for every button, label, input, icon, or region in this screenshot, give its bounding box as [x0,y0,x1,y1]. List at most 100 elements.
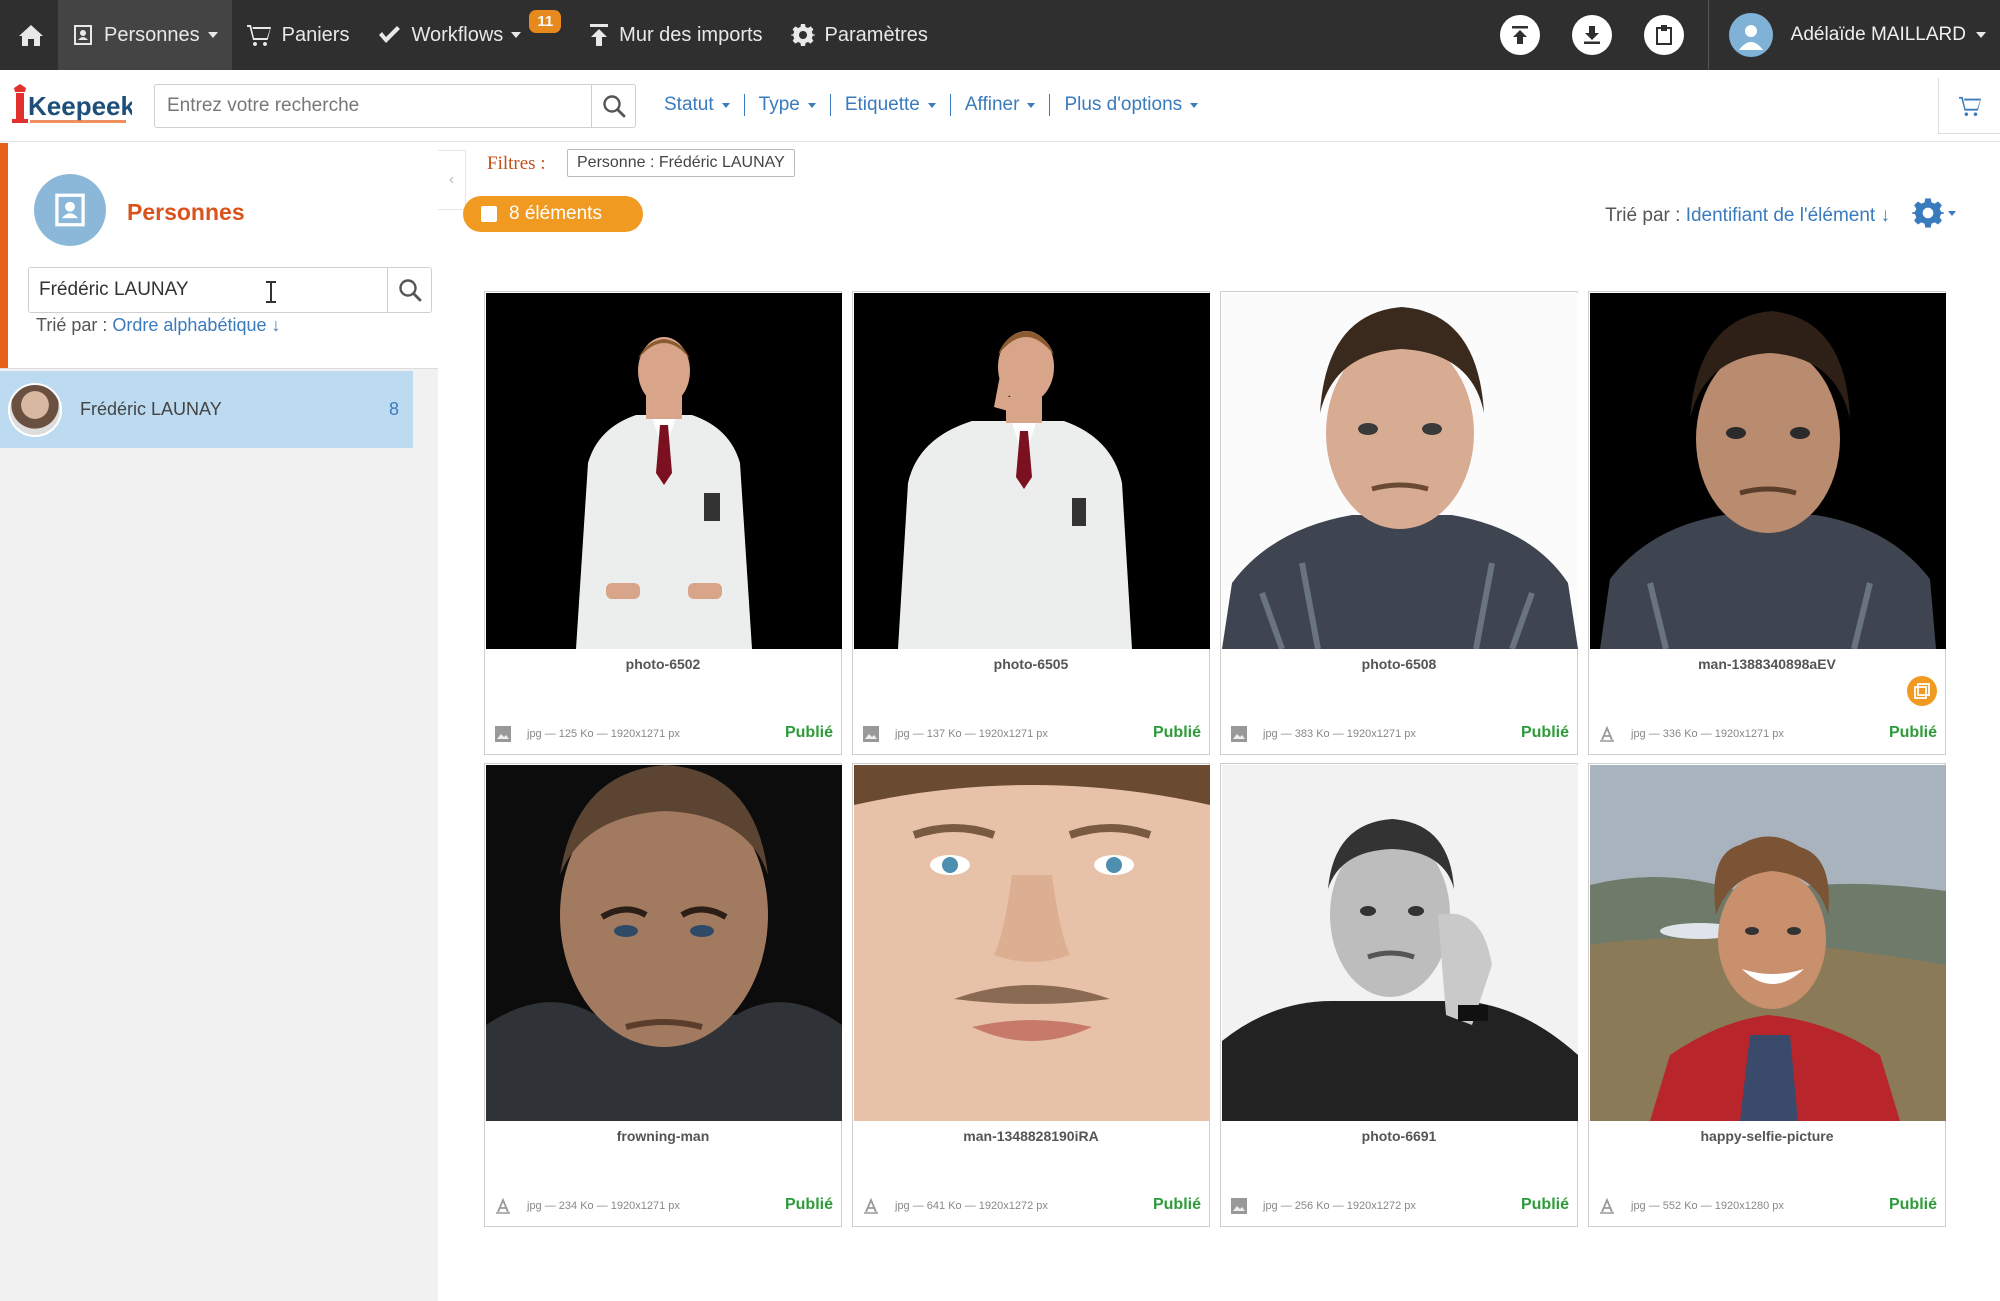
asset-meta-text: jpg — 641 Ko — 1920x1272 px [895,1200,1048,1212]
asset-title[interactable]: happy-selfie-picture [1589,1128,1945,1144]
user-avatar[interactable] [1728,13,1773,57]
search-icon [398,279,421,302]
person-search-button[interactable] [387,268,431,312]
asset-card[interactable]: happy-selfie-picture jpg — 552 Ko — 1920… [1588,763,1946,1227]
top-navigation-bar: Personnes Paniers Workflows 11 Mur des i… [0,0,2000,70]
text-cursor-icon [266,281,276,303]
contact-card-icon [74,25,92,45]
person-name: Frédéric LAUNAY [80,399,222,419]
global-search-button[interactable] [591,85,635,127]
text-a-icon [1600,1198,1614,1214]
chevron-down-icon [1027,102,1036,108]
asset-title[interactable]: frowning-man [485,1128,841,1144]
asset-thumbnail[interactable] [486,765,842,1121]
download-button[interactable] [1571,15,1612,55]
filter-type[interactable]: Type [745,94,831,116]
home-button[interactable] [0,0,58,70]
asset-meta: jpg — 125 Ko — 1920x1271 px [495,726,680,742]
asset-thumbnail[interactable] [854,293,1210,649]
text-a-icon [496,1198,510,1214]
search-filters: Statut Type Etiquette Affiner Plus d'opt… [650,94,1212,116]
nav-personnes[interactable]: Personnes [58,0,232,70]
filter-affiner-label: Affiner [964,94,1020,115]
results-sort-label: Trié par : [1605,205,1681,226]
download-icon [1583,26,1600,44]
clipboard-button[interactable] [1643,15,1684,55]
asset-card[interactable]: man-1388340898aEV jpg — 336 Ko — 1920x12… [1588,291,1946,755]
keepeek-logo-mark: Keepeek [12,84,135,123]
person-list-item[interactable]: Frédéric LAUNAY 8 [0,371,413,448]
user-divider [1707,0,1709,70]
results-sort-value[interactable]: Identifiant de l'élément ↓ [1686,205,1890,226]
filter-plus-options-label: Plus d'options [1064,94,1183,115]
active-filter-chip[interactable]: Personne : Frédéric LAUNAY [567,149,795,177]
filter-etiquette-label: Etiquette [844,94,920,115]
upload-button[interactable] [1499,15,1540,55]
nav-paniers[interactable]: Paniers [232,0,364,70]
asset-thumbnail[interactable] [1222,765,1578,1121]
asset-title[interactable]: photo-6691 [1221,1128,1577,1144]
asset-meta-text: jpg — 336 Ko — 1920x1271 px [1631,728,1784,740]
chevron-down-icon [807,102,816,108]
asset-status: Publié [1888,1196,1937,1213]
display-settings-button[interactable] [1912,197,1956,229]
gear-icon [790,24,815,46]
keepeek-logo[interactable]: Keepeek [10,82,135,132]
asset-card[interactable]: photo-6502 jpg — 125 Ko — 1920x1271 px P… [484,291,842,755]
asset-meta-text: jpg — 256 Ko — 1920x1272 px [1263,1200,1416,1212]
collection-badge[interactable] [1907,676,1937,706]
filter-affiner[interactable]: Affiner [951,94,1051,116]
filter-type-label: Type [758,94,800,115]
select-all-checkbox[interactable] [481,206,497,222]
text-a-icon [1600,726,1614,742]
home-icon [19,25,43,46]
asset-status: Publié [1152,724,1201,741]
asset-card[interactable]: photo-6505 jpg — 137 Ko — 1920x1271 px P… [852,291,1210,755]
upload-icon [1511,26,1528,44]
asset-thumbnail[interactable] [1222,293,1578,649]
persons-sort-value[interactable]: Ordre alphabétique ↓ [112,315,280,335]
person-count: 8 [388,399,399,419]
asset-meta: jpg — 234 Ko — 1920x1271 px [495,1198,680,1214]
asset-meta: jpg — 336 Ko — 1920x1271 px [1599,726,1784,742]
asset-thumbnail[interactable] [1590,293,1946,649]
cart-button[interactable] [1938,78,2000,134]
persons-panel: Personnes Trié par : Ordre alphabétique … [0,143,438,1301]
nav-parametres-label: Paramètres [824,23,928,46]
asset-thumbnail[interactable] [486,293,842,649]
asset-title[interactable]: photo-6508 [1221,656,1577,672]
collapse-panel-button[interactable]: ‹ [438,150,466,210]
search-toolbar: Keepeek Statut Type Etiquette Affiner Pl… [0,70,2000,142]
asset-card[interactable]: man-1348828190iRA jpg — 641 Ko — 1920x12… [852,763,1210,1227]
filter-etiquette[interactable]: Etiquette [831,94,951,116]
global-search-input[interactable] [155,85,591,127]
asset-title[interactable]: man-1388340898aEV [1589,656,1945,672]
asset-card[interactable]: photo-6508 jpg — 383 Ko — 1920x1271 px P… [1220,291,1578,755]
asset-title[interactable]: photo-6505 [853,656,1209,672]
person-search-input[interactable] [29,268,387,312]
asset-title[interactable]: man-1348828190iRA [853,1128,1209,1144]
chevron-down-icon[interactable] [1976,32,1986,38]
nav-personnes-label: Personnes [104,23,200,46]
persons-sort-label: Trié par : [36,315,108,335]
results-grid: photo-6502 jpg — 125 Ko — 1920x1271 px P… [484,291,1946,1227]
asset-title[interactable]: photo-6502 [485,656,841,672]
asset-thumbnail[interactable] [1590,765,1946,1121]
nav-workflows[interactable]: Workflows 11 [363,0,575,70]
asset-card[interactable]: frowning-man jpg — 234 Ko — 1920x1271 px… [484,763,842,1227]
asset-card[interactable]: photo-6691 jpg — 256 Ko — 1920x1272 px P… [1220,763,1578,1227]
chevron-down-icon [1190,102,1199,108]
filter-plus-options[interactable]: Plus d'options [1050,94,1212,116]
text-a-icon [864,1198,878,1214]
nav-mur-des-imports[interactable]: Mur des imports [575,0,776,70]
select-all-elements[interactable]: 8 éléments [463,196,643,232]
nav-parametres[interactable]: Paramètres [777,0,942,70]
cart-icon [246,25,271,46]
image-icon [863,726,879,742]
nav-right-group: Adélaïde MAILLARD [1499,0,2000,70]
user-name[interactable]: Adélaïde MAILLARD [1791,24,1966,46]
asset-thumbnail[interactable] [854,765,1210,1121]
nav-workflows-label: Workflows [411,23,504,46]
results-sort: Trié par : Identifiant de l'élément ↓ [1605,205,1890,227]
filter-statut[interactable]: Statut [650,94,745,116]
